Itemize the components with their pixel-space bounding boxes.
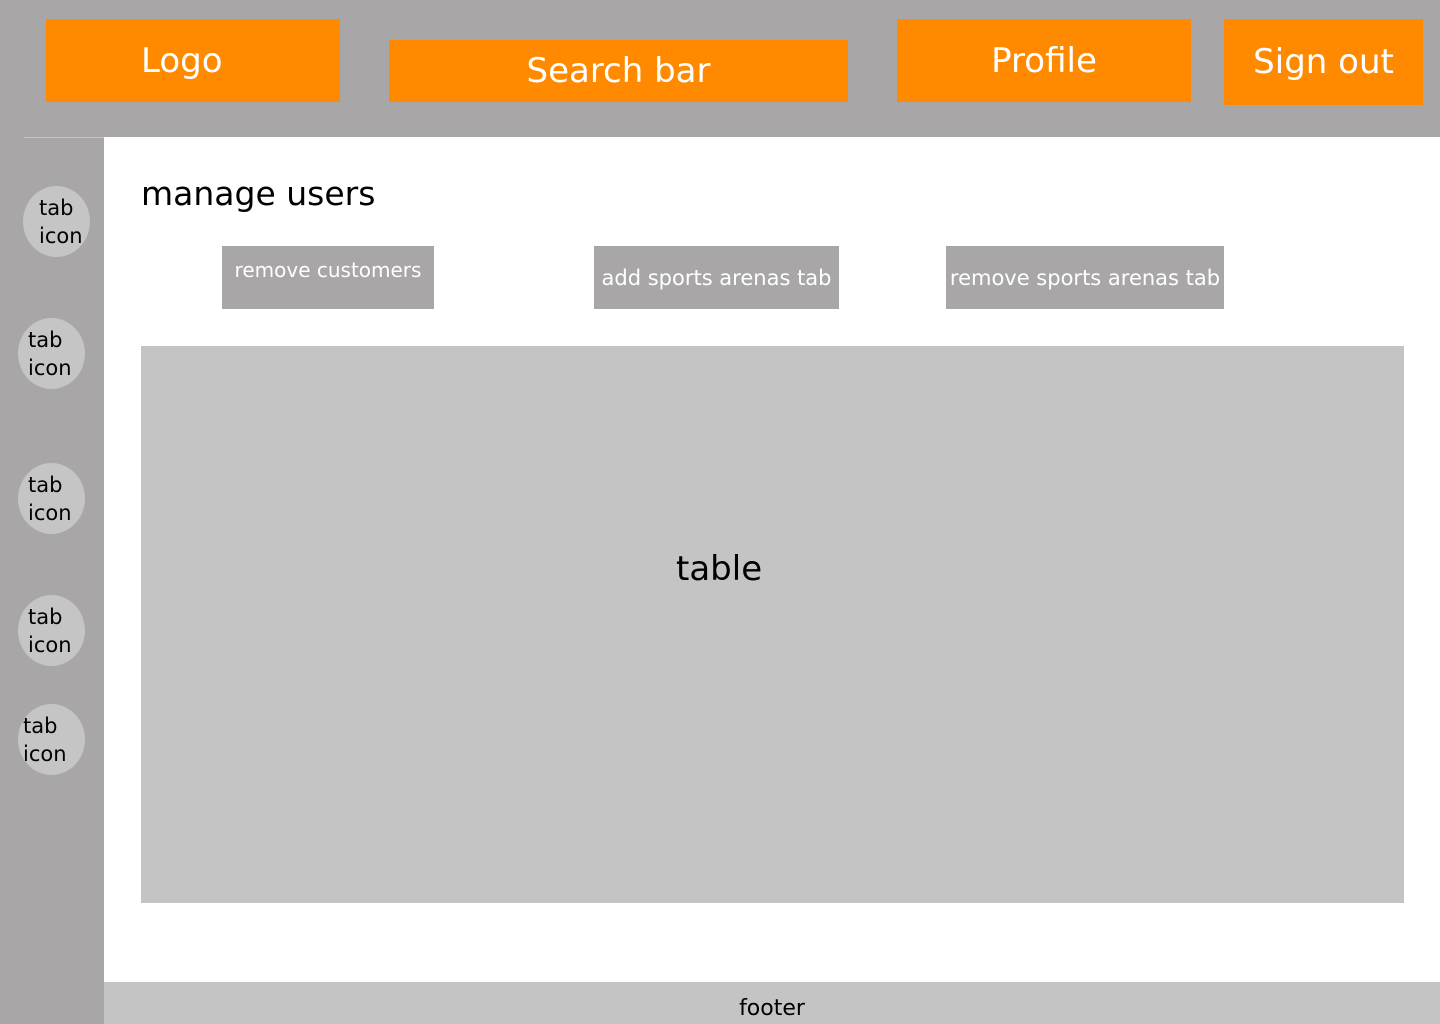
logo[interactable]: Logo [46, 19, 340, 102]
tab-icon-label: tab [39, 196, 74, 220]
header-bar: Logo Search bar Profile Sign out [0, 0, 1440, 137]
sidebar-tab-icon-4[interactable]: tab icon [18, 595, 85, 666]
remove-sports-arenas-tab-button[interactable]: remove sports arenas tab [946, 246, 1224, 309]
tab-icon-label: icon [23, 742, 67, 766]
tab-icon-label: tab [28, 473, 63, 497]
remove-customers-button[interactable]: remove customers [222, 246, 434, 309]
table-placeholder-label: table [676, 549, 763, 589]
sidebar-tab-icon-3[interactable]: tab icon [18, 463, 85, 534]
profile-button[interactable]: Profile [897, 19, 1191, 102]
sidebar-tab-icon-5[interactable]: tab icon [18, 704, 85, 775]
sidebar-tab-icon-1[interactable]: tab icon [23, 186, 90, 257]
page-title: manage users [141, 174, 376, 213]
add-sports-arenas-tab-button[interactable]: add sports arenas tab [594, 246, 839, 309]
tab-icon-label: icon [39, 224, 83, 248]
footer: footer [104, 982, 1440, 1024]
tab-icon-label: tab [28, 605, 63, 629]
search-bar[interactable]: Search bar [389, 40, 848, 102]
sidebar-divider [24, 137, 104, 138]
users-table[interactable]: table [141, 346, 1404, 903]
sign-out-button[interactable]: Sign out [1224, 19, 1423, 105]
tab-icon-label: icon [28, 501, 72, 525]
tab-icon-label: icon [28, 356, 72, 380]
tab-icon-label: tab [23, 714, 58, 738]
tab-icon-label: tab [28, 328, 63, 352]
sidebar-tab-icon-2[interactable]: tab icon [18, 318, 85, 389]
tab-icon-label: icon [28, 633, 72, 657]
sidebar [0, 137, 104, 1024]
